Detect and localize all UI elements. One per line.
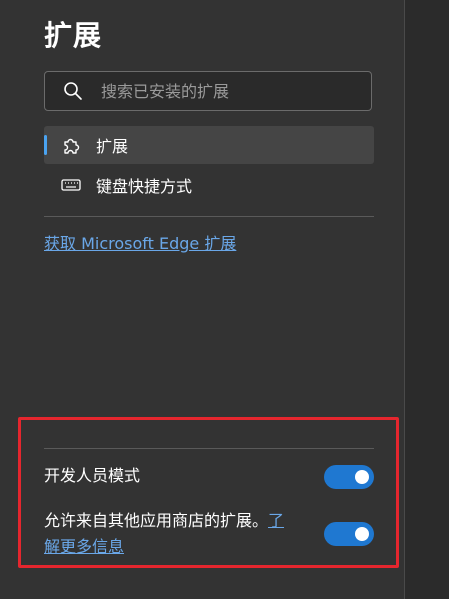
content-pane [405,0,449,599]
other-stores-label: 允许来自其他应用商店的扩展。了解更多信息 [44,508,314,560]
toggle-knob [355,470,369,484]
search-icon [64,82,82,100]
divider [44,448,374,449]
keyboard-icon [61,179,81,191]
other-stores-toggle[interactable] [324,522,374,546]
sidebar-item-keyboard-shortcuts[interactable]: 键盘快捷方式 [44,166,374,204]
developer-mode-label: 开发人员模式 [44,466,141,485]
active-indicator [44,135,47,155]
get-extensions-link[interactable]: 获取 Microsoft Edge 扩展 [44,230,236,254]
developer-mode-toggle[interactable] [324,465,374,489]
learn-more-link[interactable]: 解更多信息 [44,537,124,556]
divider [44,216,374,217]
search-input[interactable] [101,81,341,101]
search-box[interactable] [44,71,372,111]
toggle-knob [355,527,369,541]
sidebar-item-label: 扩展 [96,137,129,156]
sidebar: 扩展 扩展 键盘快捷方式 获取 Microsoft Edge 扩展 开发人员模式 [0,0,404,599]
puzzle-icon [64,138,80,154]
sidebar-item-extensions[interactable]: 扩展 [44,126,374,164]
page-title: 扩展 [44,19,103,52]
learn-more-link[interactable]: 了 [268,511,284,530]
sidebar-item-label: 键盘快捷方式 [96,177,193,196]
other-stores-text: 允许来自其他应用商店的扩展。 [44,511,269,530]
